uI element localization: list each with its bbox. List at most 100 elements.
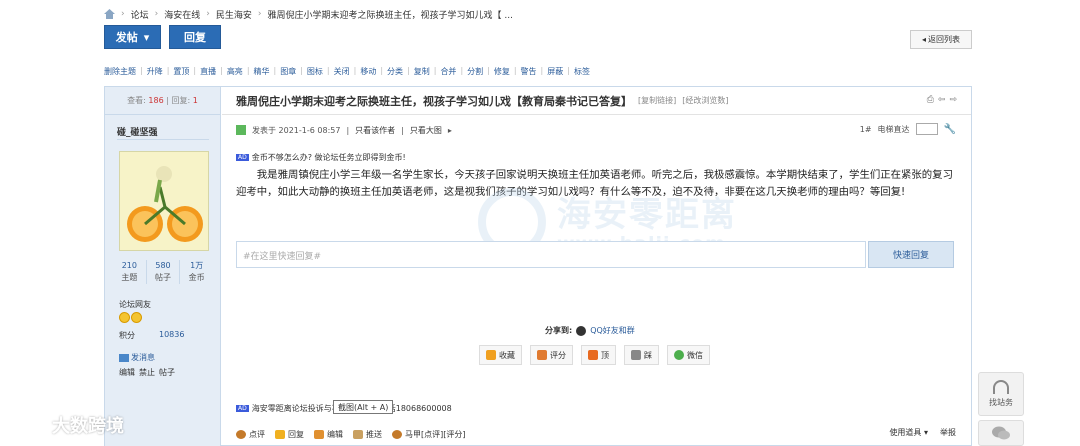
wechat-icon	[674, 350, 684, 360]
author-posts[interactable]: 帖子	[159, 367, 175, 378]
mod-bump[interactable]: 升降	[147, 66, 167, 77]
use-item-menu[interactable]: 使用道具 ▾	[889, 427, 928, 438]
downvote-button[interactable]: 踩	[624, 345, 659, 365]
breadcrumb-minsheng[interactable]: 民生海安	[216, 8, 252, 21]
user-group[interactable]: 论坛网友	[119, 299, 151, 310]
stat-threads[interactable]: 210 主题	[113, 260, 147, 284]
medals	[119, 312, 142, 323]
push-action[interactable]: 推送	[353, 429, 382, 440]
rate-icon	[537, 350, 547, 360]
author-ban[interactable]: 禁止	[139, 367, 155, 378]
mod-sticky[interactable]: 置顶	[173, 66, 193, 77]
mod-copy[interactable]: 复制	[414, 66, 434, 77]
upvote-button[interactable]: 顶	[581, 345, 616, 365]
rate-button[interactable]: 评分	[530, 345, 573, 365]
cyclist-avatar-image	[127, 166, 203, 242]
vest-action[interactable]: 马甲[点评][评分]	[392, 429, 465, 440]
thread-stats: 查看: 186 | 回复: 1	[105, 87, 221, 115]
back-to-list-button[interactable]: ◂ 返回列表	[910, 30, 972, 49]
prev-thread-icon[interactable]: ⇦	[938, 95, 946, 105]
quick-reply-button[interactable]: 快速回复	[868, 241, 954, 268]
mail-icon	[119, 353, 129, 362]
moderation-toolbar: 删除主题 | 升降 | 置顶 | 直播 | 高亮 | 精华 | 图章 | 图标 | 关闭 | 移动…	[104, 66, 594, 77]
comment-icon	[236, 429, 246, 439]
breadcrumb: › 论坛 › 海安在线 › 民生海安 › 雅周倪庄小学期末迎考之际换班主任，视孩…	[104, 7, 513, 21]
replies-count: 1	[192, 96, 198, 105]
caret-down-icon: ▾	[143, 30, 150, 44]
reply-button[interactable]: 回复	[169, 25, 221, 49]
customer-service-button[interactable]: 找站务	[978, 372, 1024, 416]
breadcrumb-forum[interactable]: 论坛	[131, 8, 149, 21]
mod-highlight[interactable]: 高亮	[227, 66, 247, 77]
author-stats: 210 主题 580 帖子 1万 金币	[113, 260, 213, 284]
floor-jump-label: 电梯直达	[877, 124, 910, 134]
post-meta: 发表于 2021-1-6 08:57 | 只看该作者 | 只看大图 ▸ 1# 电…	[236, 123, 956, 137]
up-arrow-icon	[588, 350, 598, 360]
headset-icon	[993, 380, 1009, 394]
mod-stamp[interactable]: 图章	[280, 66, 300, 77]
big-images-link[interactable]: 只看大图	[410, 125, 442, 136]
home-icon[interactable]	[104, 9, 115, 19]
print-icon[interactable]: ⎙	[927, 95, 934, 105]
author-edit[interactable]: 编辑	[119, 367, 135, 378]
wechat-float-button[interactable]	[978, 420, 1024, 446]
reply-action[interactable]: 回复	[275, 429, 304, 440]
breadcrumb-haian-online[interactable]: 海安在线	[164, 8, 200, 21]
avatar[interactable]	[119, 151, 209, 251]
edit-icon	[314, 429, 324, 439]
floor-jump: 1# 电梯直达 🔧	[860, 123, 956, 135]
floor-jump-input[interactable]	[915, 123, 938, 135]
views-count: 186	[148, 96, 164, 105]
favorite-button[interactable]: 收藏	[479, 345, 522, 365]
report-link[interactable]: 举报	[940, 427, 956, 438]
author-only-link[interactable]: 只看该作者	[355, 125, 395, 136]
post-bottom-actions: 点评 回复 编辑 推送 马甲[点评][评分] 使用道具 ▾ 举报	[236, 427, 956, 441]
wrench-icon[interactable]: 🔧	[944, 124, 956, 135]
stat-coins[interactable]: 1万 金币	[180, 260, 213, 284]
post-container: 查看: 186 | 回复: 1 碰_碰坚强 210 主题 580 帖子 1万 金币 论…	[104, 86, 972, 446]
ad-tag: AD	[236, 405, 249, 412]
author-name[interactable]: 碰_碰坚强	[117, 125, 158, 138]
new-post-button[interactable]: 发帖 ▾	[104, 25, 161, 49]
post-time: 发表于 2021-1-6 08:57	[252, 125, 341, 135]
comment-action[interactable]: 点评	[236, 429, 265, 440]
stat-posts[interactable]: 580 帖子	[147, 260, 181, 284]
mod-block[interactable]: 屏蔽	[547, 66, 567, 77]
screenshot-tooltip: 截图(Alt + A)	[333, 400, 394, 414]
mod-digest[interactable]: 精华	[254, 66, 274, 77]
edit-action[interactable]: 编辑	[314, 429, 343, 440]
wechat-button[interactable]: 微信	[667, 345, 710, 365]
credit-row: 积分 10836	[119, 330, 185, 340]
mod-tag[interactable]: 标签	[574, 66, 594, 77]
qq-icon[interactable]	[576, 325, 587, 336]
floor-number: 1#	[859, 124, 872, 134]
thread-title: 雅周倪庄小学期末迎考之际换班主任，视孩子学习如儿戏【教育局秦书记已答复】	[236, 94, 632, 108]
title-tools: ⎙ ⇦ ⇨	[927, 95, 957, 105]
view-count-change-link[interactable]: [经改浏览数]	[682, 95, 728, 106]
send-message-link[interactable]: 发消息	[119, 352, 155, 363]
mod-category[interactable]: 分类	[387, 66, 407, 77]
mod-icon[interactable]: 图标	[307, 66, 327, 77]
top-ad[interactable]: AD 金币不够怎么办? 做论坛任务立即得到金币!	[236, 152, 406, 163]
next-thread-icon[interactable]: ⇨	[949, 95, 957, 105]
mod-close[interactable]: 关闭	[334, 66, 354, 77]
quick-reply-input[interactable]: #在这里快速回复#	[236, 241, 866, 268]
mod-move[interactable]: 移动	[360, 66, 380, 77]
mod-split[interactable]: 分割	[467, 66, 487, 77]
author-mod-ops: 编辑 禁止 帖子	[119, 367, 175, 378]
mod-warn[interactable]: 警告	[521, 66, 541, 77]
copy-link[interactable]: [复制链接]	[638, 95, 676, 106]
online-status-icon	[236, 125, 246, 135]
breadcrumb-current: 雅周倪庄小学期末迎考之际换班主任，视孩子学习如儿戏【 ...	[267, 10, 513, 21]
wechat-icon	[992, 426, 1010, 440]
share-qq-link[interactable]: QQ好友和群	[590, 325, 635, 336]
reply-icon	[275, 429, 285, 439]
caret-down-icon: ▾	[923, 428, 928, 437]
author-sidebar: 碰_碰坚强 210主题 580帖子 1万金币 论坛网友 积分 10836	[105, 115, 221, 446]
mod-delete[interactable]: 删除主题	[104, 66, 140, 77]
mod-merge[interactable]: 合并	[440, 66, 460, 77]
caret-right-icon: ▸	[447, 125, 452, 135]
mod-live[interactable]: 直播	[200, 66, 220, 77]
mod-repair[interactable]: 修复	[494, 66, 514, 77]
brand-watermark: 大数跨境	[10, 412, 124, 438]
